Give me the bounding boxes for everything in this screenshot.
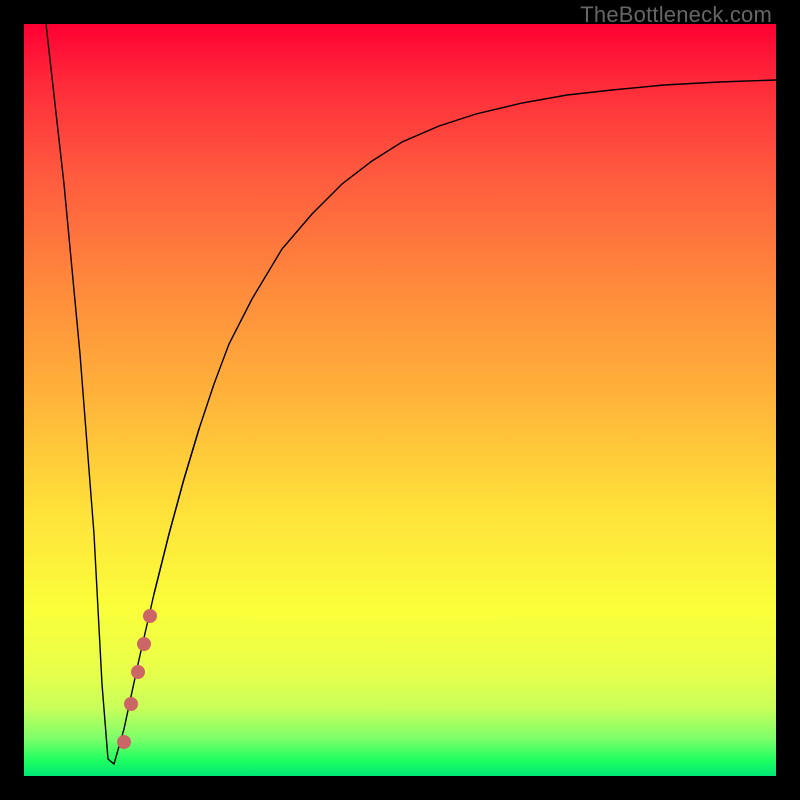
curve-layer	[24, 24, 776, 776]
chart-frame: TheBottleneck.com	[0, 0, 800, 800]
data-point	[137, 637, 151, 651]
data-point	[131, 665, 145, 679]
data-point	[117, 735, 131, 749]
bottleneck-curve	[46, 24, 776, 764]
data-point	[124, 697, 138, 711]
data-point	[143, 609, 157, 623]
plot-area	[24, 24, 776, 776]
highlight-segment	[154, 429, 199, 594]
